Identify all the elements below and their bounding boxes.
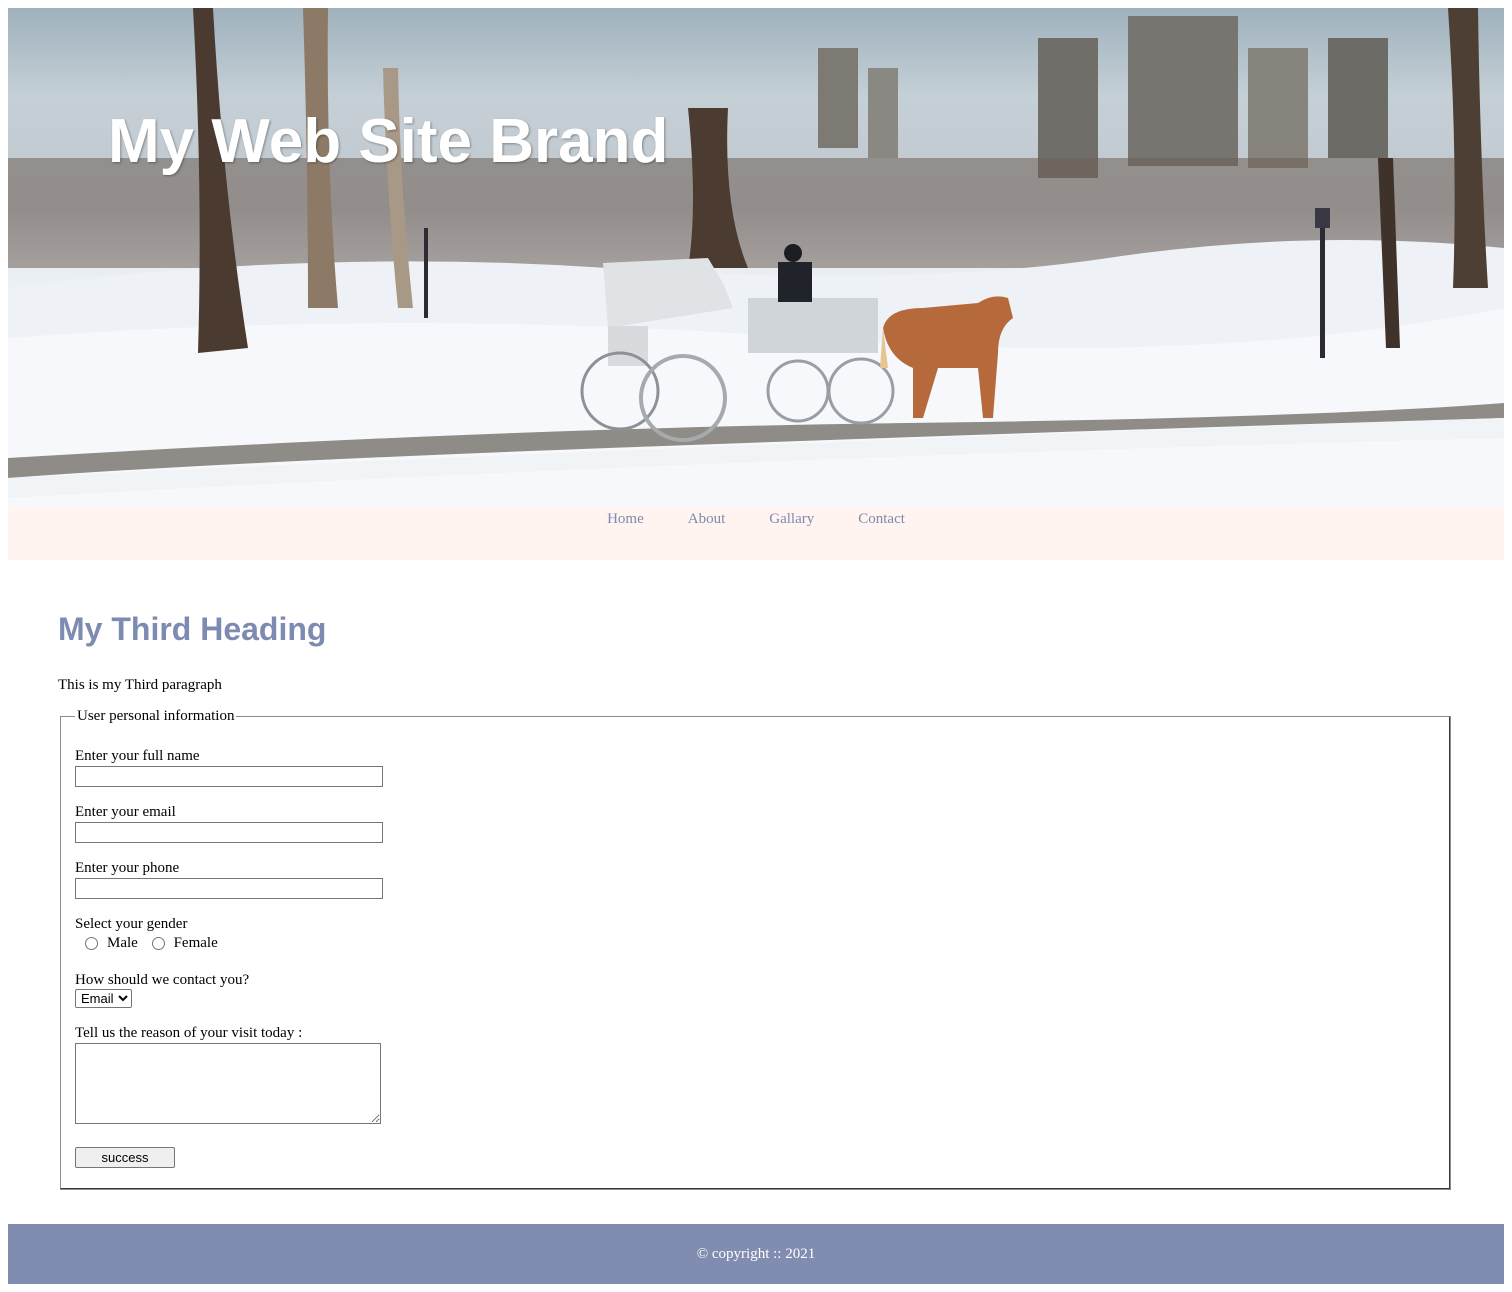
contact-method-field: How should we contact you? Email — [75, 971, 1435, 1008]
gender-male-option[interactable]: Male — [85, 934, 138, 952]
male-radio-label: Male — [107, 935, 138, 951]
contact-method-label: How should we contact you? — [75, 971, 250, 988]
intro-paragraph: This is my Third paragraph — [58, 677, 222, 693]
copyright-text: © copyright :: 2021 — [696, 1245, 816, 1262]
reason-label: Tell us the reason of your visit today : — [75, 1024, 303, 1041]
female-radio[interactable] — [151, 936, 165, 950]
phone-field: Enter your phone — [75, 859, 1435, 899]
name-label: Enter your full name — [75, 748, 200, 764]
nav-contact-link[interactable]: Contact — [858, 508, 905, 560]
footer: © copyright :: 2021 — [8, 1224, 1504, 1284]
site-brand: My Web Site Brand — [108, 107, 669, 176]
male-radio[interactable] — [85, 936, 98, 950]
nav-home-link[interactable]: Home — [607, 508, 644, 560]
reason-textarea[interactable] — [75, 1042, 381, 1124]
banner-photo — [8, 8, 1504, 508]
gender-label: Select your gender — [75, 916, 188, 932]
contact-method-select[interactable]: Email — [75, 988, 132, 1008]
nav-about-link[interactable]: About — [688, 508, 726, 560]
gender-female-option[interactable]: Female — [151, 934, 218, 952]
gender-field: Select your gender Male Female — [75, 915, 1435, 955]
email-field: Enter your email — [75, 803, 1435, 843]
header-banner: My Web Site Brand — [8, 8, 1504, 508]
full-name-input[interactable] — [75, 766, 383, 787]
female-radio-label: Female — [173, 935, 218, 951]
phone-input[interactable] — [75, 878, 383, 899]
phone-label: Enter your phone — [75, 860, 180, 876]
reason-field: Tell us the reason of your visit today : — [75, 1024, 1435, 1129]
email-label: Enter your email — [75, 804, 176, 820]
name-field: Enter your full name — [75, 747, 1435, 787]
fieldset-legend: User personal information — [77, 708, 235, 724]
submit-button[interactable]: success — [75, 1146, 175, 1168]
email-input[interactable] — [75, 822, 383, 843]
page-heading: My Third Heading — [58, 611, 327, 647]
nav-gallery-link[interactable]: Gallary — [769, 508, 814, 560]
main-content: My Third Heading This is my Third paragr… — [8, 560, 1504, 1190]
gender-radio-group: Male Female — [75, 934, 1435, 955]
main-nav: Home About Gallary Contact — [8, 508, 1504, 560]
personal-info-fieldset: User personal information Enter your ful… — [60, 708, 1451, 1190]
